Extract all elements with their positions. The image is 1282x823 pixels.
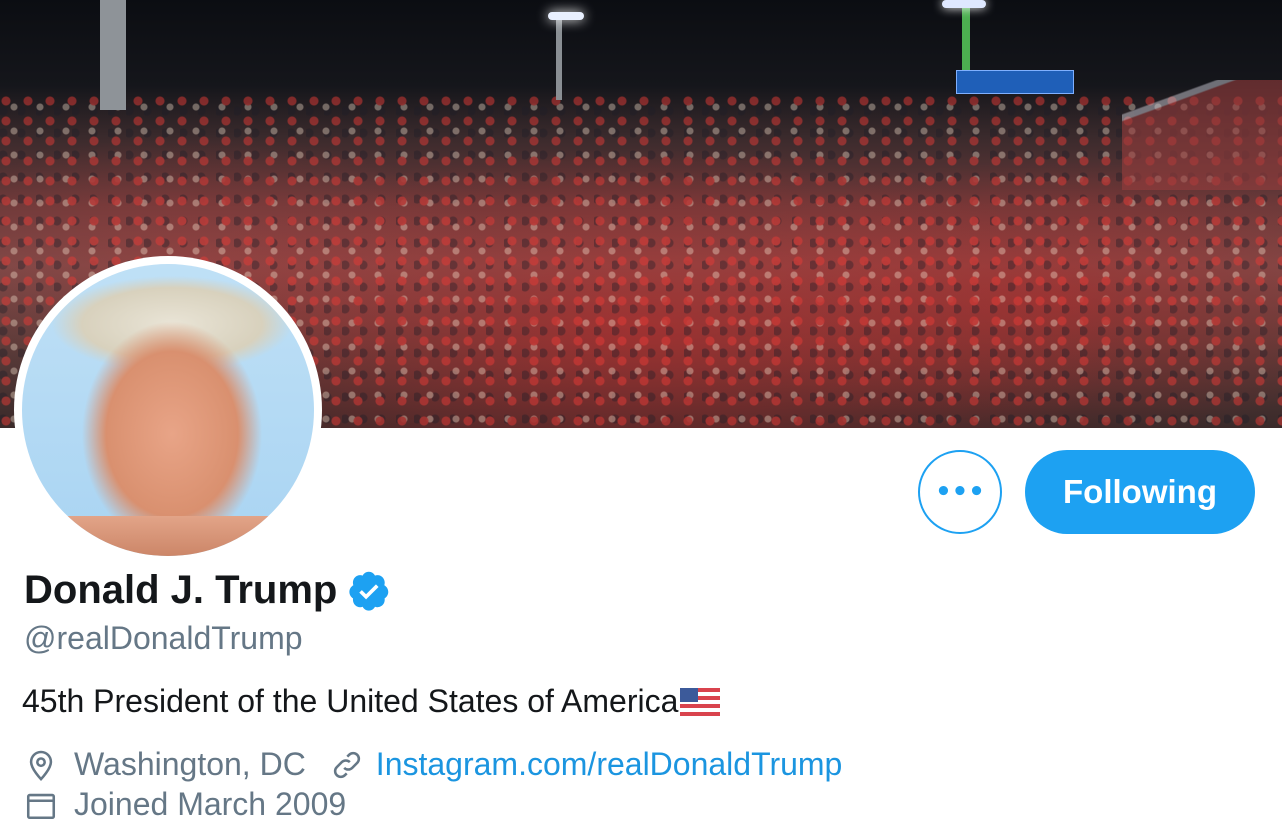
profile-bio-text: 45th President of the United States of A…: [22, 683, 679, 719]
banner-light-tower: [556, 20, 562, 100]
more-options-icon: •••: [935, 477, 985, 507]
profile-joined-row: Joined March 2009: [24, 786, 346, 823]
verified-badge-icon: [349, 571, 389, 611]
profile-handle: @realDonaldTrump: [24, 620, 303, 656]
following-button[interactable]: Following: [1025, 450, 1255, 534]
avatar-lower-face: [22, 516, 314, 556]
link-icon: [333, 751, 360, 778]
profile-website-link[interactable]: Instagram.com/realDonaldTrump: [376, 746, 843, 783]
us-flag-icon: [680, 687, 721, 716]
banner-bleachers: [1122, 80, 1282, 190]
profile-name: Donald J. Trump: [24, 568, 338, 612]
profile-location: Washington, DC: [74, 746, 306, 782]
profile-bio: 45th President of the United States of A…: [22, 683, 721, 720]
banner-light: [942, 0, 986, 8]
banner-light: [548, 12, 584, 20]
banner-stage-sign: [956, 70, 1074, 94]
profile-name-row: Donald J. Trump: [24, 568, 391, 613]
banner-scissor-lift: [962, 8, 970, 72]
location-pin-icon: [29, 750, 53, 781]
profile-avatar[interactable]: [14, 256, 322, 564]
banner-tower: [100, 0, 126, 110]
more-options-button[interactable]: •••: [918, 450, 1002, 534]
profile-joined-date: Joined March 2009: [74, 786, 347, 822]
calendar-icon: [26, 793, 56, 819]
profile-meta-row: Washington, DC Instagram.com/realDonaldT…: [24, 746, 842, 783]
avatar-photo: [22, 264, 314, 556]
